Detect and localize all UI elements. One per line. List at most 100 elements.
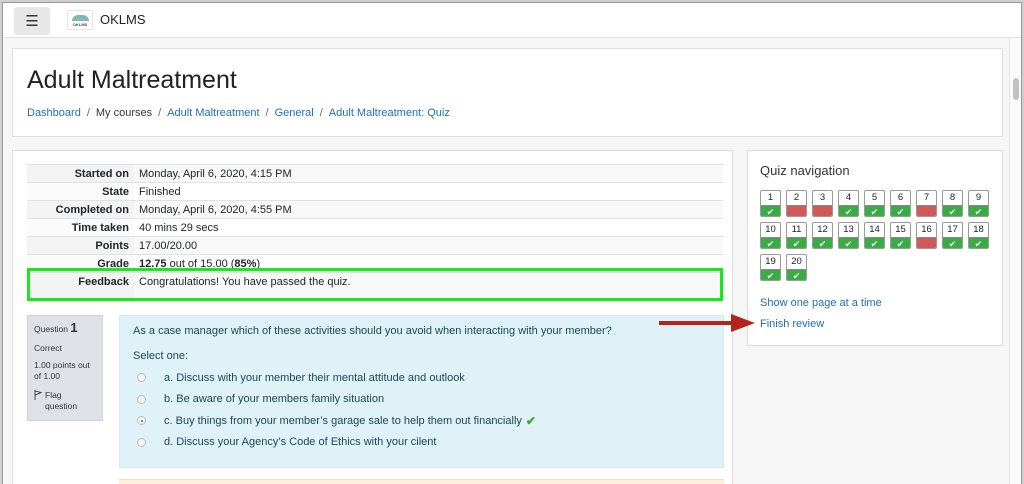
answer-text: a. Discuss with your member their mental…: [164, 371, 465, 384]
question-nav-button[interactable]: 20 ✔: [786, 254, 807, 281]
check-icon: ✔: [891, 237, 910, 248]
menu-toggle-button[interactable]: ☰: [14, 7, 50, 35]
show-one-page-link[interactable]: Show one page at a time: [760, 297, 882, 309]
check-icon: ✔: [891, 205, 910, 216]
breadcrumb: Dashboard / My courses / Adult Maltreatment /…: [27, 107, 450, 119]
question-nav-number: 13: [843, 224, 854, 235]
flag-icon: [34, 390, 42, 401]
incorrect-state-icon: [917, 205, 936, 216]
question-nav-button[interactable]: 15 ✔: [890, 222, 911, 249]
question-nav-button[interactable]: 19 ✔: [760, 254, 781, 281]
site-logo[interactable]: OKLMS: [67, 10, 93, 30]
breadcrumb-course[interactable]: Adult Maltreatment: [167, 107, 259, 119]
quiz-navigation-block: Quiz navigation 1 ✔ 2 3 4 ✔ 5 ✔ 6 ✔ 7 8 ✔ 9 ✔ 10 ✔ 11 ✔ 12 ✔…: [747, 150, 1003, 346]
summary-label: Points: [27, 236, 134, 255]
check-icon: ✔: [839, 205, 858, 216]
question-nav-number: 5: [871, 192, 878, 203]
question-info: Question 1 Correct 1.00 points out of 1.…: [27, 315, 103, 421]
site-name[interactable]: OKLMS: [100, 12, 146, 27]
summary-value: Monday, April 6, 2020, 4:15 PM: [134, 164, 723, 183]
answer-option[interactable]: d. Discuss your Agency’s Code of Ethics …: [133, 432, 710, 454]
finish-review-link[interactable]: Finish review: [760, 318, 824, 330]
breadcrumb-my-courses: My courses: [95, 107, 153, 119]
question-nav-button[interactable]: 1 ✔: [760, 190, 781, 217]
question-nav-number: 18: [973, 224, 984, 235]
general-feedback-strip: [119, 479, 724, 484]
question-nav-number: 1: [767, 192, 774, 203]
answer-radio[interactable]: [137, 373, 146, 383]
question-nav-button[interactable]: 12 ✔: [812, 222, 833, 249]
scrollbar-thumb[interactable]: [1013, 78, 1019, 100]
quiz-navigation-title: Quiz navigation: [760, 163, 850, 178]
breadcrumb-separator: /: [319, 107, 323, 119]
question-nav-number: 16: [921, 224, 932, 235]
question-nav-number: 2: [793, 192, 800, 203]
question-nav-number: 3: [819, 192, 826, 203]
check-icon: ✔: [813, 237, 832, 248]
question-nav-number: 7: [923, 192, 930, 203]
question-nav-number: 12: [817, 224, 828, 235]
question-nav-button[interactable]: 2: [786, 190, 807, 217]
summary-row-points: Points 17.00/20.00: [27, 236, 723, 255]
question-nav-button[interactable]: 14 ✔: [864, 222, 885, 249]
check-icon: ✔: [761, 237, 780, 248]
question-nav-button[interactable]: 10 ✔: [760, 222, 781, 249]
check-icon: ✔: [943, 205, 962, 216]
flag-question-link[interactable]: Flag question: [34, 390, 96, 412]
question-status: Correct: [34, 342, 62, 353]
breadcrumb-dashboard[interactable]: Dashboard: [27, 107, 81, 119]
breadcrumb-separator: /: [86, 107, 90, 119]
summary-label: Started on: [27, 164, 134, 183]
logo-mark: [72, 15, 89, 21]
breadcrumb-general[interactable]: General: [275, 107, 314, 119]
summary-row-completed: Completed on Monday, April 6, 2020, 4:55…: [27, 200, 723, 219]
answer-text: c. Buy things from your member’s garage …: [164, 414, 522, 427]
question-nav-button[interactable]: 6 ✔: [890, 190, 911, 217]
summary-value: 40 mins 29 secs: [134, 218, 723, 237]
question-nav-button[interactable]: 3: [812, 190, 833, 217]
check-icon: ✔: [865, 237, 884, 248]
summary-value: Monday, April 6, 2020, 4:55 PM: [134, 200, 723, 219]
question-nav-button[interactable]: 9 ✔: [968, 190, 989, 217]
question-nav-button[interactable]: 11 ✔: [786, 222, 807, 249]
page-title: Adult Maltreatment: [27, 66, 237, 94]
question-nav-number: 10: [765, 224, 776, 235]
question-nav-number: 14: [869, 224, 880, 235]
question-nav-number: 4: [845, 192, 852, 203]
answer-radio[interactable]: [137, 437, 146, 447]
question-nav-button[interactable]: 5 ✔: [864, 190, 885, 217]
question-nav-button[interactable]: 17 ✔: [942, 222, 963, 249]
flag-label: Flag question: [45, 390, 78, 412]
check-icon: ✔: [943, 237, 962, 248]
question-nav-button[interactable]: 8 ✔: [942, 190, 963, 217]
summary-value: Finished: [134, 182, 723, 201]
check-icon: ✔: [761, 269, 780, 280]
answer-option[interactable]: b. Be aware of your members family situa…: [133, 389, 710, 411]
question-nav-button[interactable]: 13 ✔: [838, 222, 859, 249]
check-icon: ✔: [787, 269, 806, 280]
breadcrumb-separator: /: [265, 107, 269, 119]
incorrect-state-icon: [917, 237, 936, 248]
summary-label: Completed on: [27, 200, 134, 219]
question-nav-button[interactable]: 4 ✔: [838, 190, 859, 217]
browser-frame: ☰ OKLMS OKLMS Adult Maltreatment Dashboa…: [2, 2, 1022, 484]
check-icon: ✔: [787, 237, 806, 248]
hamburger-icon: ☰: [25, 12, 39, 30]
breadcrumb-separator: /: [158, 107, 162, 119]
breadcrumb-quiz[interactable]: Adult Maltreatment: Quiz: [329, 107, 450, 119]
check-icon: ✔: [761, 205, 780, 216]
question-nav-number: 6: [897, 192, 904, 203]
question-nav-button[interactable]: 16: [916, 222, 937, 249]
question-nav-button[interactable]: 18 ✔: [968, 222, 989, 249]
arrow-right-icon: [659, 314, 755, 332]
answer-option[interactable]: c. Buy things from your member’s garage …: [133, 410, 710, 432]
check-icon: ✔: [839, 237, 858, 248]
question-nav-number: 20: [791, 256, 802, 267]
summary-row-state: State Finished: [27, 182, 723, 201]
answer-radio[interactable]: [137, 416, 146, 426]
question-nav-button[interactable]: 7: [916, 190, 937, 217]
answer-radio[interactable]: [137, 394, 146, 404]
scrollbar[interactable]: [1009, 38, 1021, 484]
question-nav-number: 17: [947, 224, 958, 235]
answer-option[interactable]: a. Discuss with your member their mental…: [133, 367, 710, 389]
